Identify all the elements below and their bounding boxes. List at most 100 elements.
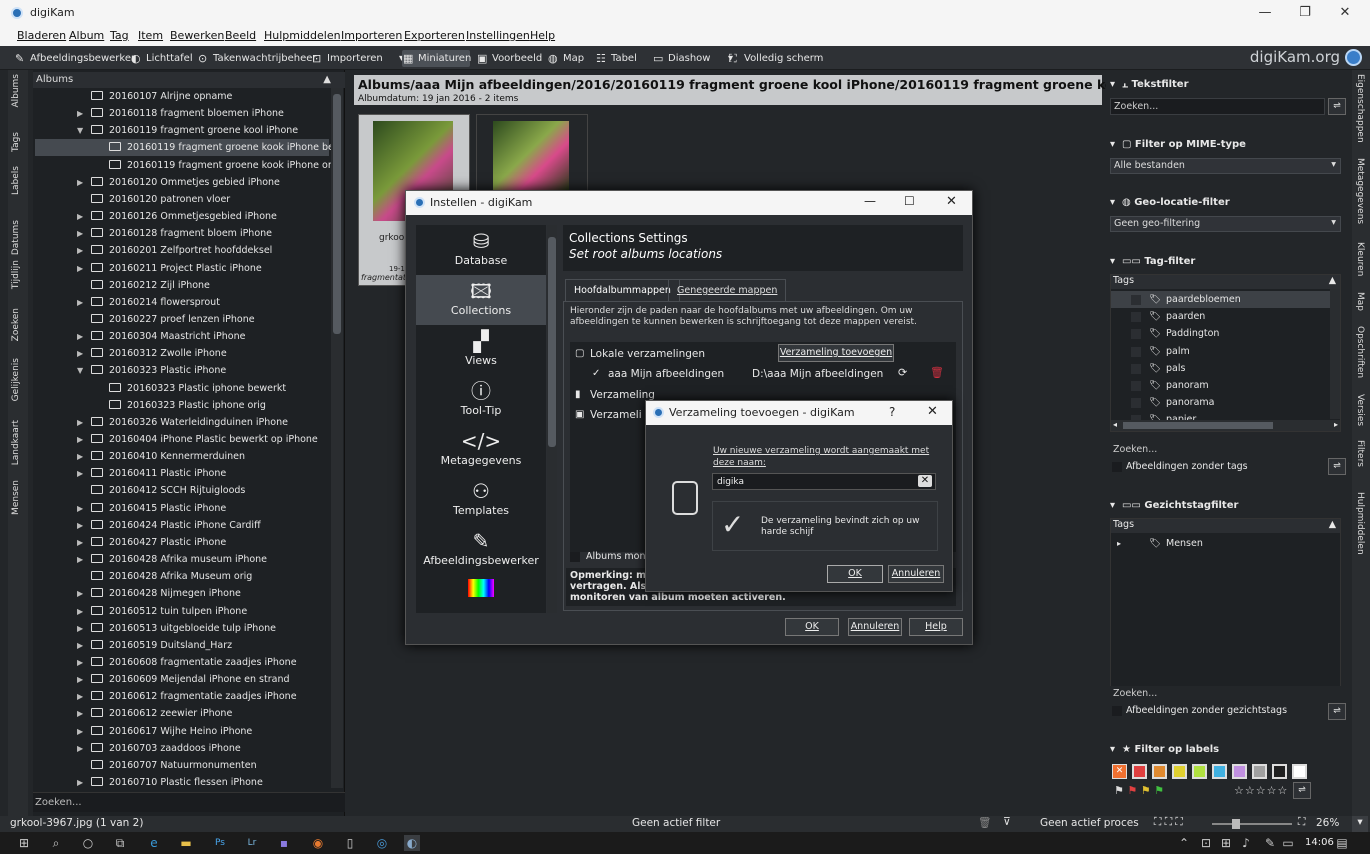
- album-tree-item[interactable]: ▶ 20160519 Duitsland_Harz: [77, 637, 331, 654]
- geo-filter-header[interactable]: ▾ ◍ Geo-locatie-filter: [1110, 197, 1230, 208]
- collapsed-arrow-icon[interactable]: ▶: [77, 260, 83, 277]
- album-tree-item[interactable]: 20160227 proef lenzen iPhone: [91, 311, 331, 328]
- nav-collections[interactable]: 🖾 Collections: [416, 275, 546, 325]
- tag-checkbox[interactable]: [1131, 363, 1141, 374]
- album-tree-item[interactable]: ▶ 20160214 flowersprout: [77, 294, 331, 311]
- tag-row[interactable]: 🏷 pals: [1111, 360, 1331, 377]
- tab-mensen[interactable]: Mensen: [11, 480, 21, 515]
- filter-icon[interactable]: ⊽: [1003, 816, 1011, 828]
- volume-icon[interactable]: ♪: [1238, 835, 1254, 851]
- zoom-fullsize-icon[interactable]: ⛶: [1298, 816, 1305, 829]
- tab-eigenschappen[interactable]: Eigenschappen: [1355, 74, 1365, 143]
- digikam-task-icon[interactable]: ◐: [404, 835, 420, 851]
- maximize-icon[interactable]: ❐: [1292, 4, 1318, 22]
- trash-icon[interactable]: 🗑: [978, 816, 991, 829]
- settings-ok-button[interactable]: OK: [785, 618, 839, 636]
- tab-map[interactable]: Map: [1355, 292, 1365, 311]
- settings-cancel-button[interactable]: Annuleren: [848, 618, 902, 636]
- nav-metadata[interactable]: </> Metagegevens: [416, 425, 546, 475]
- album-tree-item[interactable]: ▶ 20160326 Waterleidingduinen iPhone: [77, 414, 331, 431]
- album-tree-item[interactable]: ▶ 20160128 fragment bloem iPhone: [77, 225, 331, 242]
- collapsed-arrow-icon[interactable]: ▶: [77, 671, 83, 688]
- color-label-swatch[interactable]: [1212, 764, 1227, 779]
- collapsed-arrow-icon[interactable]: ▶: [77, 328, 83, 345]
- menu-album[interactable]: Album: [69, 29, 104, 42]
- album-tree-item[interactable]: ▶ 20160410 Kennermerduinen: [77, 448, 331, 465]
- color-management-icon[interactable]: [468, 579, 494, 597]
- album-tree-item[interactable]: 20160212 Zijl iPhone: [91, 277, 331, 294]
- collapsed-arrow-icon[interactable]: ▶: [77, 225, 83, 242]
- album-tree-item[interactable]: ▶ 20160120 Ommetjes gebied iPhone: [77, 174, 331, 191]
- label-filter-header[interactable]: ▾ ★ Filter op labels: [1110, 744, 1219, 755]
- lightroom-icon[interactable]: Lr: [244, 835, 260, 851]
- minimize-icon[interactable]: —: [1252, 4, 1278, 22]
- untagged-checkbox[interactable]: [1112, 462, 1122, 472]
- color-label-swatch[interactable]: [1232, 764, 1247, 779]
- tray-up-icon[interactable]: ⌃: [1176, 835, 1192, 851]
- color-label-swatch[interactable]: [1292, 764, 1307, 779]
- nav-templates[interactable]: ⚇ Templates: [416, 475, 546, 525]
- color-label-swatch[interactable]: [1272, 764, 1287, 779]
- edge-icon[interactable]: e: [146, 835, 162, 851]
- menu-instellingen[interactable]: Instellingen: [466, 29, 530, 42]
- text-filter-options-icon[interactable]: ⇌: [1328, 98, 1346, 115]
- tag-match-options-icon[interactable]: ⇌: [1328, 458, 1346, 475]
- album-tree-item[interactable]: ▶ 20160428 Afrika museum iPhone: [77, 551, 331, 568]
- clock[interactable]: 14:06: [1305, 837, 1334, 848]
- clear-input-icon[interactable]: ✕: [918, 475, 932, 487]
- tag-checkbox[interactable]: [1131, 295, 1141, 305]
- album-search-input[interactable]: Zoeken...: [33, 792, 345, 812]
- album-tree-item[interactable]: 20160107 Alrijne opname: [91, 88, 331, 105]
- zoom-level[interactable]: 26%: [1316, 817, 1339, 829]
- tag-row[interactable]: 🏷 paarden: [1111, 308, 1331, 325]
- album-tree-item[interactable]: ▶ 20160411 Plastic iPhone: [77, 465, 331, 482]
- album-tree-item[interactable]: 20160119 fragment groene kook iPhone bew…: [35, 139, 331, 157]
- album-tree-item[interactable]: ▶ 20160312 Zwolle iPhone: [77, 345, 331, 362]
- tag-checkbox[interactable]: [1131, 381, 1141, 391]
- tab-tijdlijn[interactable]: Tijdlijn: [11, 260, 21, 289]
- flag-none-icon[interactable]: ⚑: [1114, 784, 1124, 797]
- color-label-swatch[interactable]: [1192, 764, 1207, 779]
- menu-help[interactable]: Help: [530, 29, 555, 42]
- menu-importeren[interactable]: Importeren: [341, 29, 402, 42]
- collection-name-input[interactable]: [712, 473, 936, 490]
- nav-scrollbar[interactable]: [547, 225, 557, 613]
- album-tree-item[interactable]: ▶ 20160427 Plastic iPhone: [77, 534, 331, 551]
- geo-filter-select[interactable]: Geen geo-filtering: [1110, 216, 1341, 232]
- minimize-icon[interactable]: —: [864, 194, 876, 208]
- tag-search-input[interactable]: Zoeken...: [1110, 442, 1341, 459]
- tray-icons[interactable]: ⊡: [1198, 835, 1214, 851]
- cortana-icon[interactable]: ○: [80, 835, 96, 851]
- menu-tag[interactable]: Tag: [110, 29, 129, 42]
- album-tree-item[interactable]: 20160120 patronen vloer: [91, 191, 331, 208]
- network-icon[interactable]: ⊞: [1218, 835, 1234, 851]
- album-tree-item[interactable]: 20160412 SCCH Rijtuigloods: [91, 482, 331, 499]
- album-tree-item[interactable]: ▶ 20160415 Plastic iPhone: [77, 500, 331, 517]
- text-filter-input[interactable]: Zoeken...: [1110, 98, 1325, 115]
- album-tree-item[interactable]: ▶ 20160304 Maastricht iPhone: [77, 328, 331, 345]
- flag-rejected-icon[interactable]: ⚑: [1127, 784, 1137, 797]
- rating-filter-stars[interactable]: ☆☆☆☆☆: [1234, 784, 1288, 797]
- album-tree-item[interactable]: ▶ 20160404 iPhone Plastic bewerkt op iPho…: [77, 431, 331, 448]
- album-tree-item[interactable]: 20160707 Natuurmonumenten: [91, 757, 331, 774]
- tag-checkbox[interactable]: [1131, 398, 1141, 409]
- collapsed-arrow-icon[interactable]: ▶: [77, 208, 83, 225]
- tag-checkbox[interactable]: [1131, 346, 1141, 357]
- face-tag-row[interactable]: ▸ 🏷 Mensen: [1111, 535, 1331, 552]
- tab-versies[interactable]: Versies: [1355, 394, 1365, 426]
- tab-hulpmiddelen[interactable]: Hulpmiddelen: [1355, 492, 1365, 555]
- collapsed-arrow-icon[interactable]: ▶: [77, 551, 83, 568]
- album-tree-item[interactable]: ▼ 20160323 Plastic iPhone: [77, 362, 331, 379]
- album-tree-item[interactable]: ▶ 20160513 uitgebloeide tulp iPhone: [77, 620, 331, 637]
- refresh-icon[interactable]: ⟳: [898, 366, 907, 379]
- tag-row[interactable]: 🏷 Paddington: [1111, 325, 1331, 342]
- windows-start-icon[interactable]: ⊞: [16, 835, 32, 851]
- collapsed-arrow-icon[interactable]: ▶: [77, 500, 83, 517]
- map-button[interactable]: ◍ Map: [547, 50, 584, 67]
- delete-icon[interactable]: 🗑: [930, 366, 944, 379]
- album-tree-item[interactable]: ▶ 20160118 fragment bloemen iPhone: [77, 105, 331, 122]
- zoom-slider[interactable]: [1212, 823, 1292, 825]
- nav-database[interactable]: ⛁ Database: [416, 225, 546, 275]
- collapsed-arrow-icon[interactable]: ▶: [77, 705, 83, 722]
- thumbnails-button[interactable]: ▦ Miniaturen: [402, 50, 471, 67]
